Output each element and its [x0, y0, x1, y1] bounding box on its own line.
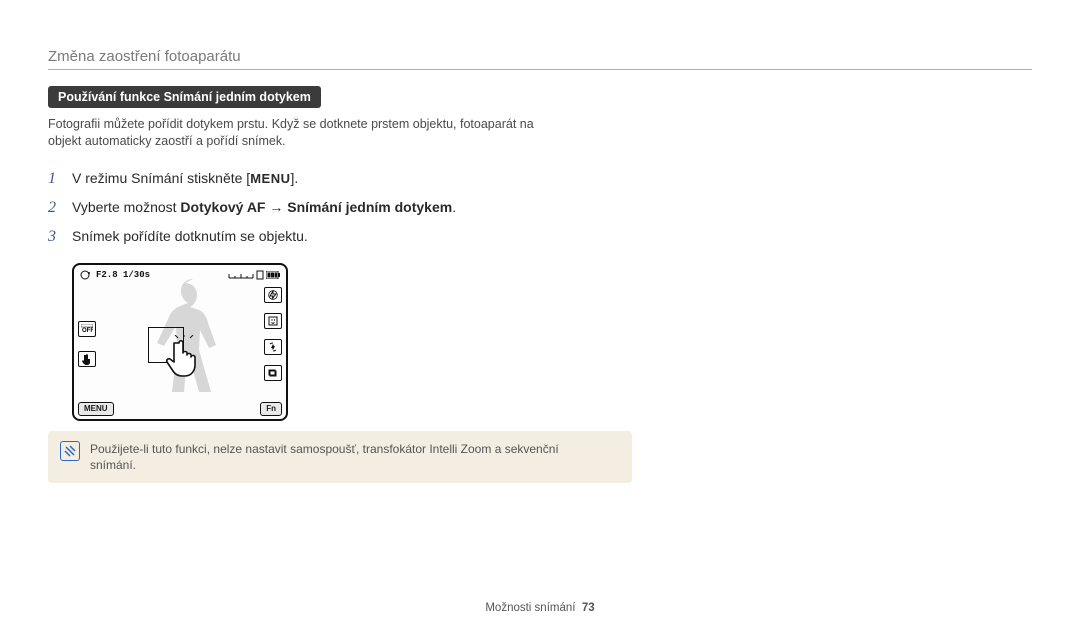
step-number: 3: [48, 225, 56, 249]
battery-icon: [266, 271, 280, 279]
drive-icon: [264, 365, 282, 381]
note-text: Použijete-li tuto funkci, nelze nastavit…: [90, 441, 570, 473]
step-2: 2 Vyberte možnost Dotykový AF → Snímání …: [48, 193, 1032, 222]
footer-label: Možnosti snímání: [485, 602, 575, 614]
arrow: →: [265, 199, 287, 215]
off-icon: OFF: [78, 321, 96, 337]
mode-icon: [80, 270, 92, 280]
menu-button: MENU: [78, 402, 114, 416]
fn-button: Fn: [260, 402, 282, 416]
stabilize-icon: [264, 339, 282, 355]
step-3: 3 Snímek pořídíte dotknutím se objektu.: [48, 222, 1032, 251]
sd-icon: [256, 270, 264, 280]
face-icon: [264, 313, 282, 329]
note-box: Použijete-li tuto funkci, nelze nastavit…: [48, 431, 632, 483]
svg-text:OFF: OFF: [82, 328, 93, 334]
preview-bottombar: MENU Fn: [78, 402, 282, 416]
page-section-title: Změna zaostření fotoaparátu: [48, 48, 1032, 65]
step-bold: Dotykový AF: [180, 199, 265, 215]
feature-badge: Používání funkce Snímání jedním dotykem: [48, 86, 321, 108]
steps-list: 1 V režimu Snímání stiskněte [MENU]. 2 V…: [48, 164, 1032, 251]
flash-icon: [264, 287, 282, 303]
step-text-post: ].: [290, 170, 298, 186]
divider: [48, 69, 1032, 70]
exposure-scale-icon: [228, 271, 254, 279]
footer-page-number: 73: [582, 602, 595, 614]
preview-right-icons: [264, 287, 282, 381]
step-number: 1: [48, 167, 56, 191]
touch-hand-icon: [162, 335, 206, 379]
step-bold-2: Snímání jedním dotykem: [287, 199, 452, 215]
step-text-post: .: [452, 199, 456, 215]
intro-paragraph: Fotografii můžete pořídit dotykem prstu.…: [48, 116, 568, 150]
step-1: 1 V režimu Snímání stiskněte [MENU].: [48, 164, 1032, 193]
step-text: Snímek pořídíte dotknutím se objektu.: [72, 228, 308, 244]
step-text: Vyberte možnost: [72, 199, 180, 215]
step-number: 2: [48, 196, 56, 220]
touch-icon: [78, 351, 96, 367]
menu-glyph: MENU: [250, 171, 290, 186]
step-text: V režimu Snímání stiskněte [: [72, 170, 250, 186]
preview-left-icons: OFF: [78, 321, 96, 367]
note-icon: [60, 441, 80, 461]
page-footer: Možnosti snímání 73: [0, 602, 1080, 614]
camera-preview-mock: F2.8 1/30s OFF: [72, 263, 288, 421]
